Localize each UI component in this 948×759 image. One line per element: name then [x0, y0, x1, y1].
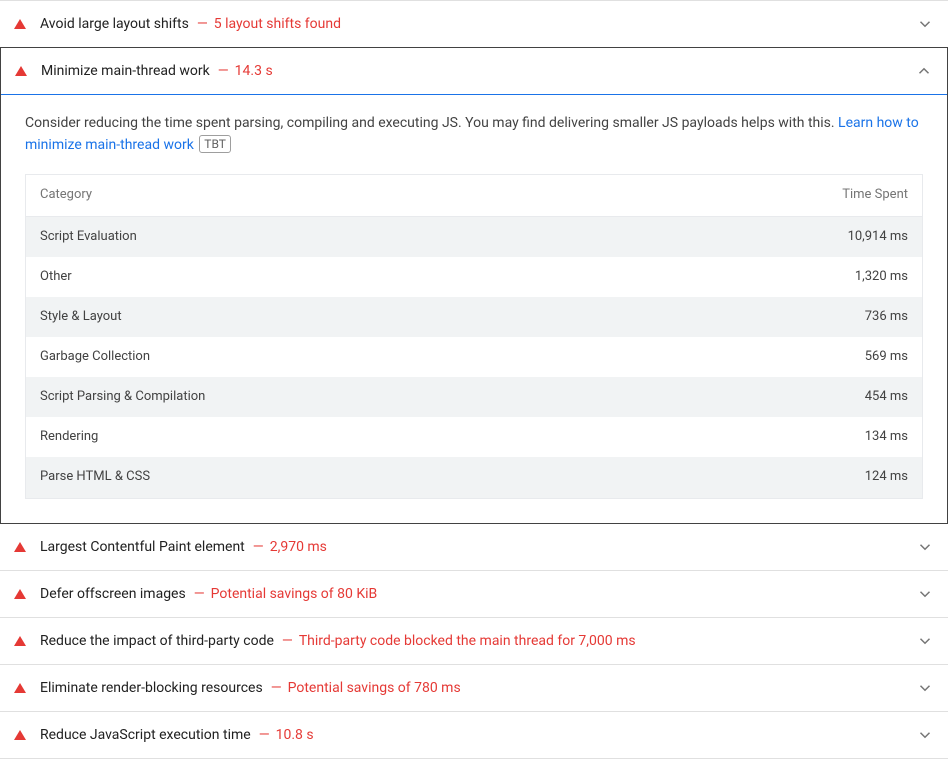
chevron-down-icon	[916, 538, 934, 556]
separator: —	[282, 633, 293, 649]
warning-triangle-icon	[14, 542, 26, 552]
warning-triangle-icon	[15, 66, 27, 76]
cell-time: 124 ms	[788, 467, 908, 487]
warning-triangle-icon	[14, 19, 26, 29]
audit-list: Avoid large layout shifts — 5 layout shi…	[0, 0, 948, 759]
chevron-down-icon	[916, 679, 934, 697]
warning-triangle-icon	[14, 683, 26, 693]
audit-item-render-blocking[interactable]: Eliminate render-blocking resources — Po…	[0, 665, 948, 712]
audit-title: Minimize main-thread work	[41, 63, 210, 79]
audit-detail: Potential savings of 80 KiB	[211, 586, 378, 602]
table-header-row: Category Time Spent	[26, 175, 922, 216]
audit-detail: Third-party code blocked the main thread…	[299, 633, 636, 649]
audit-header[interactable]: Eliminate render-blocking resources — Po…	[0, 665, 948, 711]
chevron-down-icon	[916, 15, 934, 33]
chevron-down-icon	[916, 726, 934, 744]
audit-item-layout-shifts[interactable]: Avoid large layout shifts — 5 layout shi…	[0, 1, 948, 48]
cell-time: 134 ms	[788, 427, 908, 447]
cell-time: 10,914 ms	[788, 227, 908, 247]
audit-title: Eliminate render-blocking resources	[40, 680, 263, 696]
cell-category: Script Parsing & Compilation	[40, 387, 788, 407]
col-time-spent: Time Spent	[788, 185, 908, 205]
cell-time: 454 ms	[788, 387, 908, 407]
table-row: Other 1,320 ms	[26, 257, 922, 297]
audit-detail: 5 layout shifts found	[214, 16, 341, 32]
separator: —	[253, 539, 264, 555]
table-row: Garbage Collection 569 ms	[26, 337, 922, 377]
audit-item-lcp[interactable]: Largest Contentful Paint element — 2,970…	[0, 524, 948, 571]
chevron-up-icon	[915, 62, 933, 80]
audit-description: Consider reducing the time spent parsing…	[25, 115, 838, 131]
separator: —	[194, 586, 205, 602]
audit-item-third-party[interactable]: Reduce the impact of third-party code — …	[0, 618, 948, 665]
cell-category: Style & Layout	[40, 307, 788, 327]
audit-detail: 2,970 ms	[270, 539, 327, 555]
cell-category: Parse HTML & CSS	[40, 467, 788, 487]
audit-item-main-thread[interactable]: Minimize main-thread work — 14.3 s Consi…	[0, 47, 948, 524]
cell-time: 569 ms	[788, 347, 908, 367]
audit-title: Reduce JavaScript execution time	[40, 727, 251, 743]
cell-category: Rendering	[40, 427, 788, 447]
separator: —	[218, 63, 229, 79]
audit-header[interactable]: Defer offscreen images — Potential savin…	[0, 571, 948, 617]
audit-title: Largest Contentful Paint element	[40, 539, 245, 555]
chevron-down-icon	[916, 585, 934, 603]
cell-time: 1,320 ms	[788, 267, 908, 287]
table-row: Script Evaluation 10,914 ms	[26, 217, 922, 257]
audit-item-offscreen-images[interactable]: Defer offscreen images — Potential savin…	[0, 571, 948, 618]
cell-category: Script Evaluation	[40, 227, 788, 247]
breakdown-table: Category Time Spent Script Evaluation 10…	[25, 174, 923, 498]
audit-header[interactable]: Reduce JavaScript execution time — 10.8 …	[0, 712, 948, 758]
audit-header[interactable]: Minimize main-thread work — 14.3 s	[1, 48, 947, 95]
audit-item-js-execution[interactable]: Reduce JavaScript execution time — 10.8 …	[0, 712, 948, 759]
warning-triangle-icon	[14, 589, 26, 599]
table-row: Script Parsing & Compilation 454 ms	[26, 377, 922, 417]
cell-category: Garbage Collection	[40, 347, 788, 367]
audit-header[interactable]: Reduce the impact of third-party code — …	[0, 618, 948, 664]
audit-body: Consider reducing the time spent parsing…	[1, 95, 947, 523]
table-row: Style & Layout 736 ms	[26, 297, 922, 337]
audit-header[interactable]: Largest Contentful Paint element — 2,970…	[0, 524, 948, 570]
table-row: Rendering 134 ms	[26, 417, 922, 457]
cell-time: 736 ms	[788, 307, 908, 327]
warning-triangle-icon	[14, 636, 26, 646]
chevron-down-icon	[916, 632, 934, 650]
audit-detail: 14.3 s	[235, 63, 273, 79]
separator: —	[271, 680, 282, 696]
metric-tag: TBT	[199, 135, 231, 153]
audit-detail: Potential savings of 780 ms	[288, 680, 461, 696]
warning-triangle-icon	[14, 730, 26, 740]
audit-header[interactable]: Avoid large layout shifts — 5 layout shi…	[0, 1, 948, 47]
audit-title: Defer offscreen images	[40, 586, 186, 602]
audit-title: Avoid large layout shifts	[40, 16, 189, 32]
separator: —	[259, 727, 270, 743]
audit-detail: 10.8 s	[276, 727, 314, 743]
table-row: Parse HTML & CSS 124 ms	[26, 457, 922, 497]
separator: —	[197, 16, 208, 32]
col-category: Category	[40, 185, 788, 205]
audit-title: Reduce the impact of third-party code	[40, 633, 274, 649]
cell-category: Other	[40, 267, 788, 287]
